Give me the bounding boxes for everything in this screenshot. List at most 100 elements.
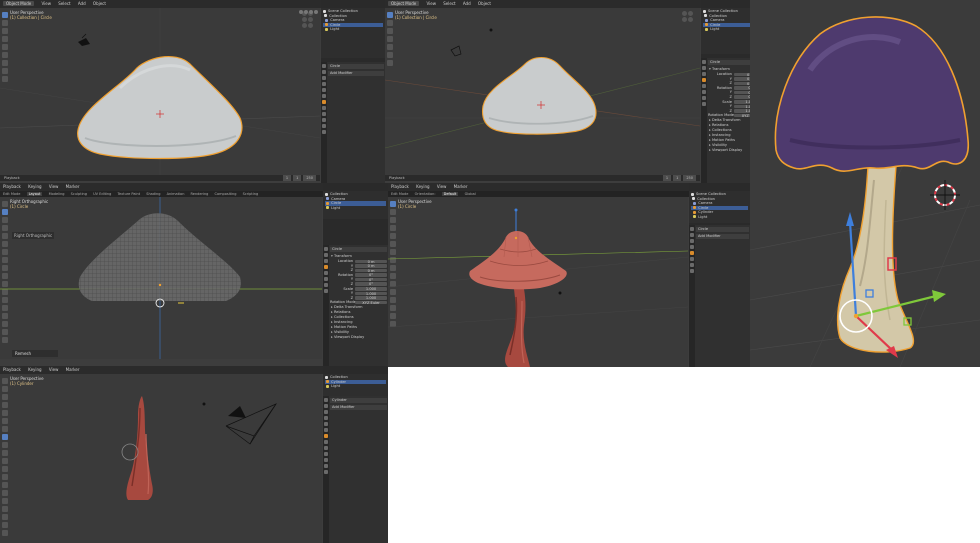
tab-rendering[interactable]: Rendering: [191, 192, 209, 196]
menu-select[interactable]: Select: [443, 1, 455, 6]
modifier-tab-icon[interactable]: [324, 271, 328, 275]
scene-tab-icon[interactable]: [690, 239, 694, 243]
outliner-light[interactable]: Light: [691, 215, 748, 220]
object-tab-icon[interactable]: [322, 94, 326, 98]
overlay-icon[interactable]: [299, 10, 303, 14]
mushroom-stem-mesh[interactable]: [126, 396, 153, 500]
location-x[interactable]: 0 m: [355, 259, 387, 264]
menu-view[interactable]: View: [49, 184, 59, 189]
3d-viewport[interactable]: User Perspective (1) Collection | Circle: [0, 8, 320, 175]
material-tab-icon[interactable]: [324, 464, 328, 468]
render-tab-icon[interactable]: [690, 233, 694, 237]
mode-dropdown[interactable]: Object Mode: [388, 1, 420, 6]
object-name-field[interactable]: Circle: [330, 247, 387, 252]
menu-view[interactable]: View: [437, 184, 447, 189]
rotation-mode-dropdown[interactable]: XYZ Euler: [355, 300, 387, 305]
outliner-light[interactable]: Light: [325, 206, 386, 211]
tool-tab-icon[interactable]: [702, 60, 706, 64]
scene-tab-icon[interactable]: [324, 259, 328, 263]
tab-texture-paint[interactable]: Texture Paint: [118, 192, 141, 196]
menu-playback[interactable]: Playback: [3, 367, 21, 372]
tab-sculpting[interactable]: Sculpting: [71, 192, 87, 196]
mushroom-cap-mesh[interactable]: [469, 231, 567, 290]
tool-tab-icon[interactable]: [324, 398, 328, 402]
menu-object[interactable]: Object: [93, 1, 106, 6]
add-modifier-button[interactable]: Add Modifier: [696, 234, 749, 239]
data-tab-icon[interactable]: [324, 458, 328, 462]
object-tab-icon[interactable]: [690, 245, 694, 249]
scene-tab-icon[interactable]: [324, 416, 328, 420]
mode-dropdown[interactable]: Edit Mode: [3, 192, 20, 196]
orientation-default[interactable]: Default: [441, 192, 459, 196]
menu-playback[interactable]: Playback: [391, 184, 409, 189]
add-modifier-button[interactable]: Add Modifier: [330, 405, 387, 410]
object-name-field[interactable]: Circle: [696, 227, 749, 232]
menu-keying[interactable]: Keying: [416, 184, 429, 189]
data-tab-icon[interactable]: [324, 283, 328, 287]
world-tab-icon[interactable]: [324, 422, 328, 426]
modifier-tab-icon[interactable]: [324, 434, 328, 438]
material-tab-icon[interactable]: [702, 102, 706, 106]
tab-modeling[interactable]: Modeling: [49, 192, 65, 196]
render-tab-icon[interactable]: [324, 404, 328, 408]
output-tab-icon[interactable]: [322, 76, 326, 80]
add-modifier-button[interactable]: Add Modifier: [328, 71, 384, 76]
menu-file[interactable]: Playback: [3, 184, 21, 189]
3d-viewport[interactable]: Right Orthographic (1) Circle Right Orth…: [0, 197, 322, 359]
current-frame[interactable]: 1: [282, 175, 292, 181]
mushroom-cap-wireframe[interactable]: [78, 213, 242, 301]
start-frame[interactable]: 1: [673, 175, 682, 181]
viewport-final-mushroom[interactable]: [750, 0, 980, 367]
rotation-y[interactable]: 0°: [355, 277, 387, 282]
menu-object[interactable]: Object: [478, 1, 491, 6]
tool-tab-icon[interactable]: [690, 227, 694, 231]
mushroom-stem-mesh[interactable]: [836, 165, 915, 353]
object-name-field[interactable]: Circle: [328, 64, 384, 69]
rotation-z[interactable]: 0°: [355, 282, 387, 286]
end-frame[interactable]: 250: [683, 175, 696, 181]
physics-tab-icon[interactable]: [324, 277, 328, 281]
physics-tab-icon[interactable]: [322, 112, 326, 116]
output-tab-icon[interactable]: [324, 410, 328, 414]
constraints-tab-icon[interactable]: [322, 118, 326, 122]
object-name-field[interactable]: Cylinder: [330, 398, 387, 403]
mode-dropdown[interactable]: Edit Mode: [391, 192, 408, 196]
modifier-tab-icon[interactable]: [690, 251, 694, 255]
mode-dropdown[interactable]: Object Mode: [3, 1, 35, 6]
object-tab-icon[interactable]: [702, 78, 706, 82]
menu-add[interactable]: Add: [463, 1, 471, 6]
material-tab-icon[interactable]: [324, 289, 328, 293]
scale-z[interactable]: 1.000: [355, 296, 387, 300]
render-tab-icon[interactable]: [702, 66, 706, 70]
mushroom-cap-mesh[interactable]: [774, 16, 970, 172]
3d-viewport[interactable]: User Perspective (1) Circle: [388, 197, 688, 367]
object-tab-icon[interactable]: [324, 265, 328, 269]
current-frame[interactable]: 1: [662, 175, 672, 181]
menu-select[interactable]: Select: [58, 1, 70, 6]
tab-uv-editing[interactable]: UV Editing: [93, 192, 111, 196]
physics-tab-icon[interactable]: [324, 446, 328, 450]
shading-material-icon[interactable]: [314, 10, 318, 14]
menu-keying[interactable]: Keying: [28, 184, 41, 189]
world-tab-icon[interactable]: [322, 88, 326, 92]
physics-tab-icon[interactable]: [690, 257, 694, 261]
menu-marker[interactable]: Marker: [454, 184, 468, 189]
tab-layout[interactable]: Layout: [26, 192, 43, 196]
menu-marker[interactable]: Marker: [66, 367, 80, 372]
render-tab-icon[interactable]: [322, 70, 326, 74]
material-tab-icon[interactable]: [690, 269, 694, 273]
3d-viewport[interactable]: User Perspective (1) Collection | Circle: [385, 8, 700, 175]
tab-scripting[interactable]: Scripting: [243, 192, 259, 196]
constraints-tab-icon[interactable]: [324, 452, 328, 456]
tab-shading[interactable]: Shading: [146, 192, 160, 196]
3d-viewport[interactable]: User Perspective (1) Cylinder: [0, 374, 322, 543]
tab-compositing[interactable]: Compositing: [215, 192, 237, 196]
location-y[interactable]: 0 m: [355, 264, 387, 268]
scene-tab-icon[interactable]: [702, 72, 706, 76]
scale-y[interactable]: 1.000: [355, 291, 387, 296]
rotation-x[interactable]: 0°: [355, 273, 387, 277]
outliner-light[interactable]: Light: [323, 27, 383, 32]
data-tab-icon[interactable]: [690, 263, 694, 267]
tool-tab-icon[interactable]: [324, 247, 328, 251]
data-tab-icon[interactable]: [322, 124, 326, 128]
